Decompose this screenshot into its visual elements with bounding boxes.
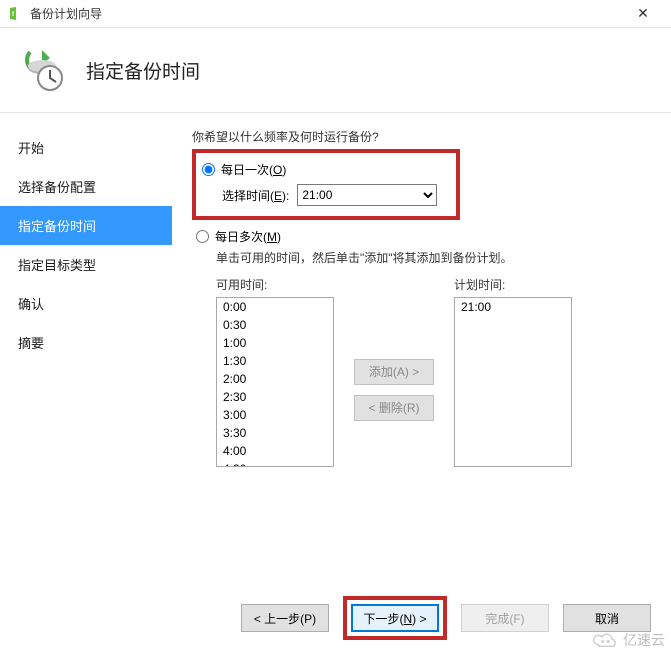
multi-daily-radio[interactable] <box>196 230 209 243</box>
list-item[interactable]: 3:30 <box>217 424 333 442</box>
transfer-buttons: 添加(A) > < 删除(R) <box>354 276 434 467</box>
sidebar-item-summary[interactable]: 摘要 <box>0 323 172 362</box>
next-highlight: 下一步(N) > <box>343 596 447 640</box>
scheduled-col: 计划时间: 21:00 <box>454 276 572 467</box>
titlebar: 备份计划向导 ✕ <box>0 0 671 28</box>
list-item[interactable]: 2:30 <box>217 388 333 406</box>
available-listbox[interactable]: 0:00 0:30 1:00 1:30 2:00 2:30 3:00 3:30 … <box>216 297 334 467</box>
sidebar-item-config[interactable]: 选择备份配置 <box>0 167 172 206</box>
multi-hint: 单击可用的时间，然后单击"添加"将其添加到备份计划。 <box>192 249 651 266</box>
once-daily-radio-row[interactable]: 每日一次(O) <box>202 161 446 178</box>
time-select-label: 选择时间(E): <box>222 187 289 204</box>
list-item[interactable]: 0:00 <box>217 298 333 316</box>
list-item[interactable]: 3:00 <box>217 406 333 424</box>
watermark-text: 亿速云 <box>623 630 665 650</box>
sidebar-item-start[interactable]: 开始 <box>0 128 172 167</box>
close-button[interactable]: ✕ <box>623 5 663 22</box>
available-col: 可用时间: 0:00 0:30 1:00 1:30 2:00 2:30 3:00… <box>216 276 334 467</box>
list-item[interactable]: 1:30 <box>217 352 333 370</box>
list-item[interactable]: 4:00 <box>217 442 333 460</box>
sidebar-item-confirm[interactable]: 确认 <box>0 284 172 323</box>
wizard-footer: < 上一步(P) 下一步(N) > 完成(F) 取消 <box>241 596 651 640</box>
list-item[interactable]: 2:00 <box>217 370 333 388</box>
add-button[interactable]: 添加(A) > <box>354 359 434 385</box>
time-select-row: 选择时间(E): 21:00 <box>202 184 446 206</box>
prev-button[interactable]: < 上一步(P) <box>241 604 329 632</box>
available-label: 可用时间: <box>216 276 334 293</box>
remove-button[interactable]: < 删除(R) <box>354 395 434 421</box>
next-button[interactable]: 下一步(N) > <box>351 604 439 632</box>
backup-time-icon <box>20 46 68 94</box>
once-daily-label: 每日一次(O) <box>221 161 286 178</box>
finish-button: 完成(F) <box>461 604 549 632</box>
sidebar: 开始 选择备份配置 指定备份时间 指定目标类型 确认 摘要 <box>0 113 172 558</box>
lists-area: 可用时间: 0:00 0:30 1:00 1:30 2:00 2:30 3:00… <box>192 276 651 467</box>
scheduled-label: 计划时间: <box>454 276 572 293</box>
prompt-text: 你希望以什么频率及何时运行备份? <box>192 128 651 145</box>
cloud-icon <box>591 630 619 650</box>
content-panel: 你希望以什么频率及何时运行备份? 每日一次(O) 选择时间(E): 21:00 … <box>172 113 671 558</box>
cancel-button[interactable]: 取消 <box>563 604 651 632</box>
list-item[interactable]: 4:30 <box>217 460 333 467</box>
wizard-header: 指定备份时间 <box>0 28 671 113</box>
sidebar-item-time[interactable]: 指定备份时间 <box>0 206 172 245</box>
watermark: 亿速云 <box>591 630 665 650</box>
list-item[interactable]: 1:00 <box>217 334 333 352</box>
wizard-body: 开始 选择备份配置 指定备份时间 指定目标类型 确认 摘要 你希望以什么频率及何… <box>0 113 671 558</box>
window-title: 备份计划向导 <box>30 5 623 22</box>
scheduled-listbox[interactable]: 21:00 <box>454 297 572 467</box>
once-daily-radio[interactable] <box>202 163 215 176</box>
multi-daily-radio-row[interactable]: 每日多次(M) <box>196 228 651 245</box>
time-select[interactable]: 21:00 <box>297 184 437 206</box>
wizard-icon <box>8 6 24 22</box>
page-title: 指定备份时间 <box>86 57 200 84</box>
multi-daily-label: 每日多次(M) <box>215 228 281 245</box>
list-item[interactable]: 21:00 <box>455 298 571 316</box>
list-item[interactable]: 0:30 <box>217 316 333 334</box>
sidebar-item-target[interactable]: 指定目标类型 <box>0 245 172 284</box>
once-daily-group: 每日一次(O) 选择时间(E): 21:00 <box>192 149 460 220</box>
